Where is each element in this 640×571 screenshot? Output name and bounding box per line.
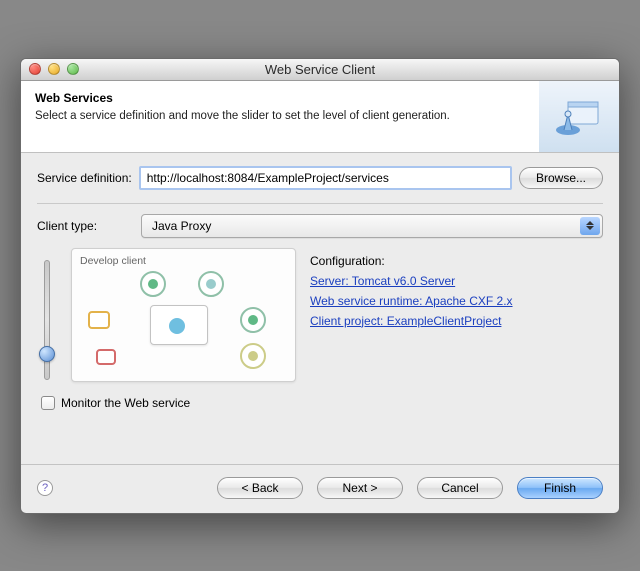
service-definition-row: Service definition: Browse...	[37, 167, 603, 189]
banner-image	[539, 81, 619, 152]
configuration-column: Configuration: Server: Tomcat v6.0 Serve…	[310, 248, 603, 382]
runtime-link[interactable]: Web service runtime: Apache CXF 2.x	[310, 294, 603, 308]
server-link[interactable]: Server: Tomcat v6.0 Server	[310, 274, 603, 288]
next-button[interactable]: Next >	[317, 477, 403, 499]
client-project-link[interactable]: Client project: ExampleClientProject	[310, 314, 603, 328]
client-type-row: Client type: Java Proxy	[37, 214, 603, 238]
back-button[interactable]: < Back	[217, 477, 303, 499]
finish-button[interactable]: Finish	[517, 477, 603, 499]
service-definition-label: Service definition:	[37, 171, 132, 185]
web-service-icon	[554, 94, 604, 138]
client-type-label: Client type:	[37, 219, 133, 233]
minimize-icon[interactable]	[48, 63, 60, 75]
wizard-window: Web Service Client Web Services Select a…	[20, 58, 620, 514]
wizard-banner: Web Services Select a service definition…	[21, 81, 619, 153]
window-title: Web Service Client	[21, 62, 619, 77]
close-icon[interactable]	[29, 63, 41, 75]
monitor-label: Monitor the Web service	[61, 396, 190, 410]
banner-heading: Web Services	[35, 91, 605, 105]
client-preview-box: Develop client	[71, 248, 296, 382]
window-controls	[21, 63, 79, 75]
banner-description: Select a service definition and move the…	[35, 109, 475, 125]
slider-thumb[interactable]	[39, 346, 55, 362]
help-icon[interactable]: ?	[37, 480, 53, 496]
client-type-select[interactable]: Java Proxy	[141, 214, 603, 238]
client-type-value: Java Proxy	[152, 219, 211, 233]
generation-slider-column	[37, 248, 57, 382]
lifecycle-diagram	[80, 271, 287, 371]
preview-stage-label: Develop client	[80, 255, 287, 267]
separator	[37, 203, 603, 204]
wizard-footer: ? < Back Next > Cancel Finish	[21, 465, 619, 513]
monitor-row: Monitor the Web service	[41, 396, 603, 410]
footer-buttons: < Back Next > Cancel Finish	[217, 477, 603, 499]
titlebar: Web Service Client	[21, 59, 619, 81]
browse-button[interactable]: Browse...	[519, 167, 603, 189]
generation-level-slider[interactable]	[44, 260, 50, 380]
zoom-icon[interactable]	[67, 63, 79, 75]
monitor-checkbox[interactable]	[41, 396, 55, 410]
config-area: Develop client Configuration: Server: To…	[37, 248, 603, 382]
cancel-button[interactable]: Cancel	[417, 477, 503, 499]
wizard-content: Service definition: Browse... Client typ…	[21, 153, 619, 418]
configuration-heading: Configuration:	[310, 254, 603, 268]
select-arrows-icon	[580, 217, 600, 235]
service-definition-input[interactable]	[140, 167, 511, 189]
